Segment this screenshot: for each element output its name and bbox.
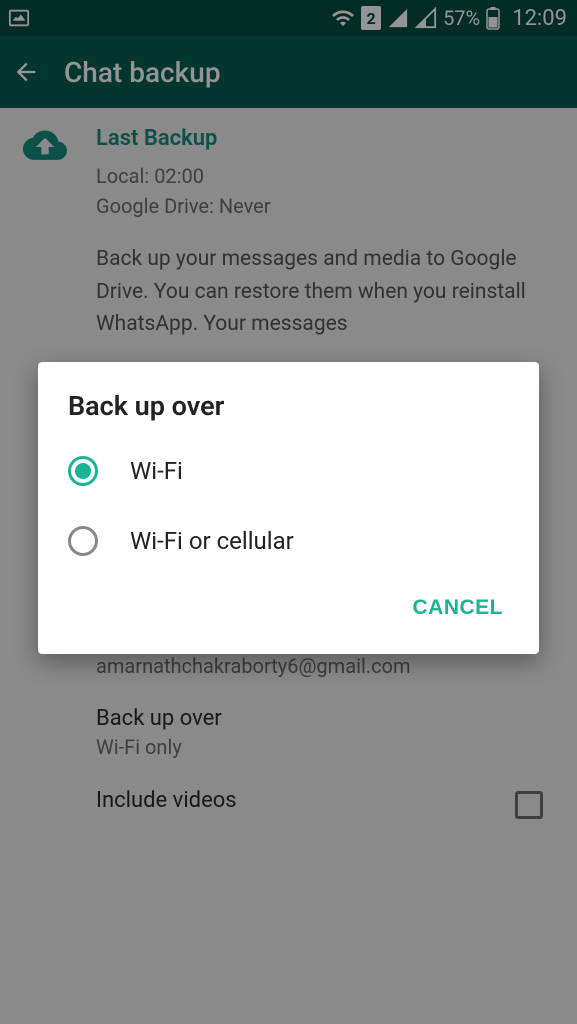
radio-unselected-icon: [68, 526, 98, 556]
cancel-button[interactable]: CANCEL: [399, 586, 518, 630]
option-wifi[interactable]: Wi-Fi: [38, 436, 539, 506]
backup-over-dialog: Back up over Wi-Fi Wi-Fi or cellular CAN…: [38, 362, 539, 654]
option-wifi-or-cellular-label: Wi-Fi or cellular: [130, 527, 294, 555]
option-wifi-or-cellular[interactable]: Wi-Fi or cellular: [38, 506, 539, 576]
dialog-title: Back up over: [38, 390, 539, 436]
radio-selected-icon: [68, 456, 98, 486]
option-wifi-label: Wi-Fi: [130, 457, 183, 485]
